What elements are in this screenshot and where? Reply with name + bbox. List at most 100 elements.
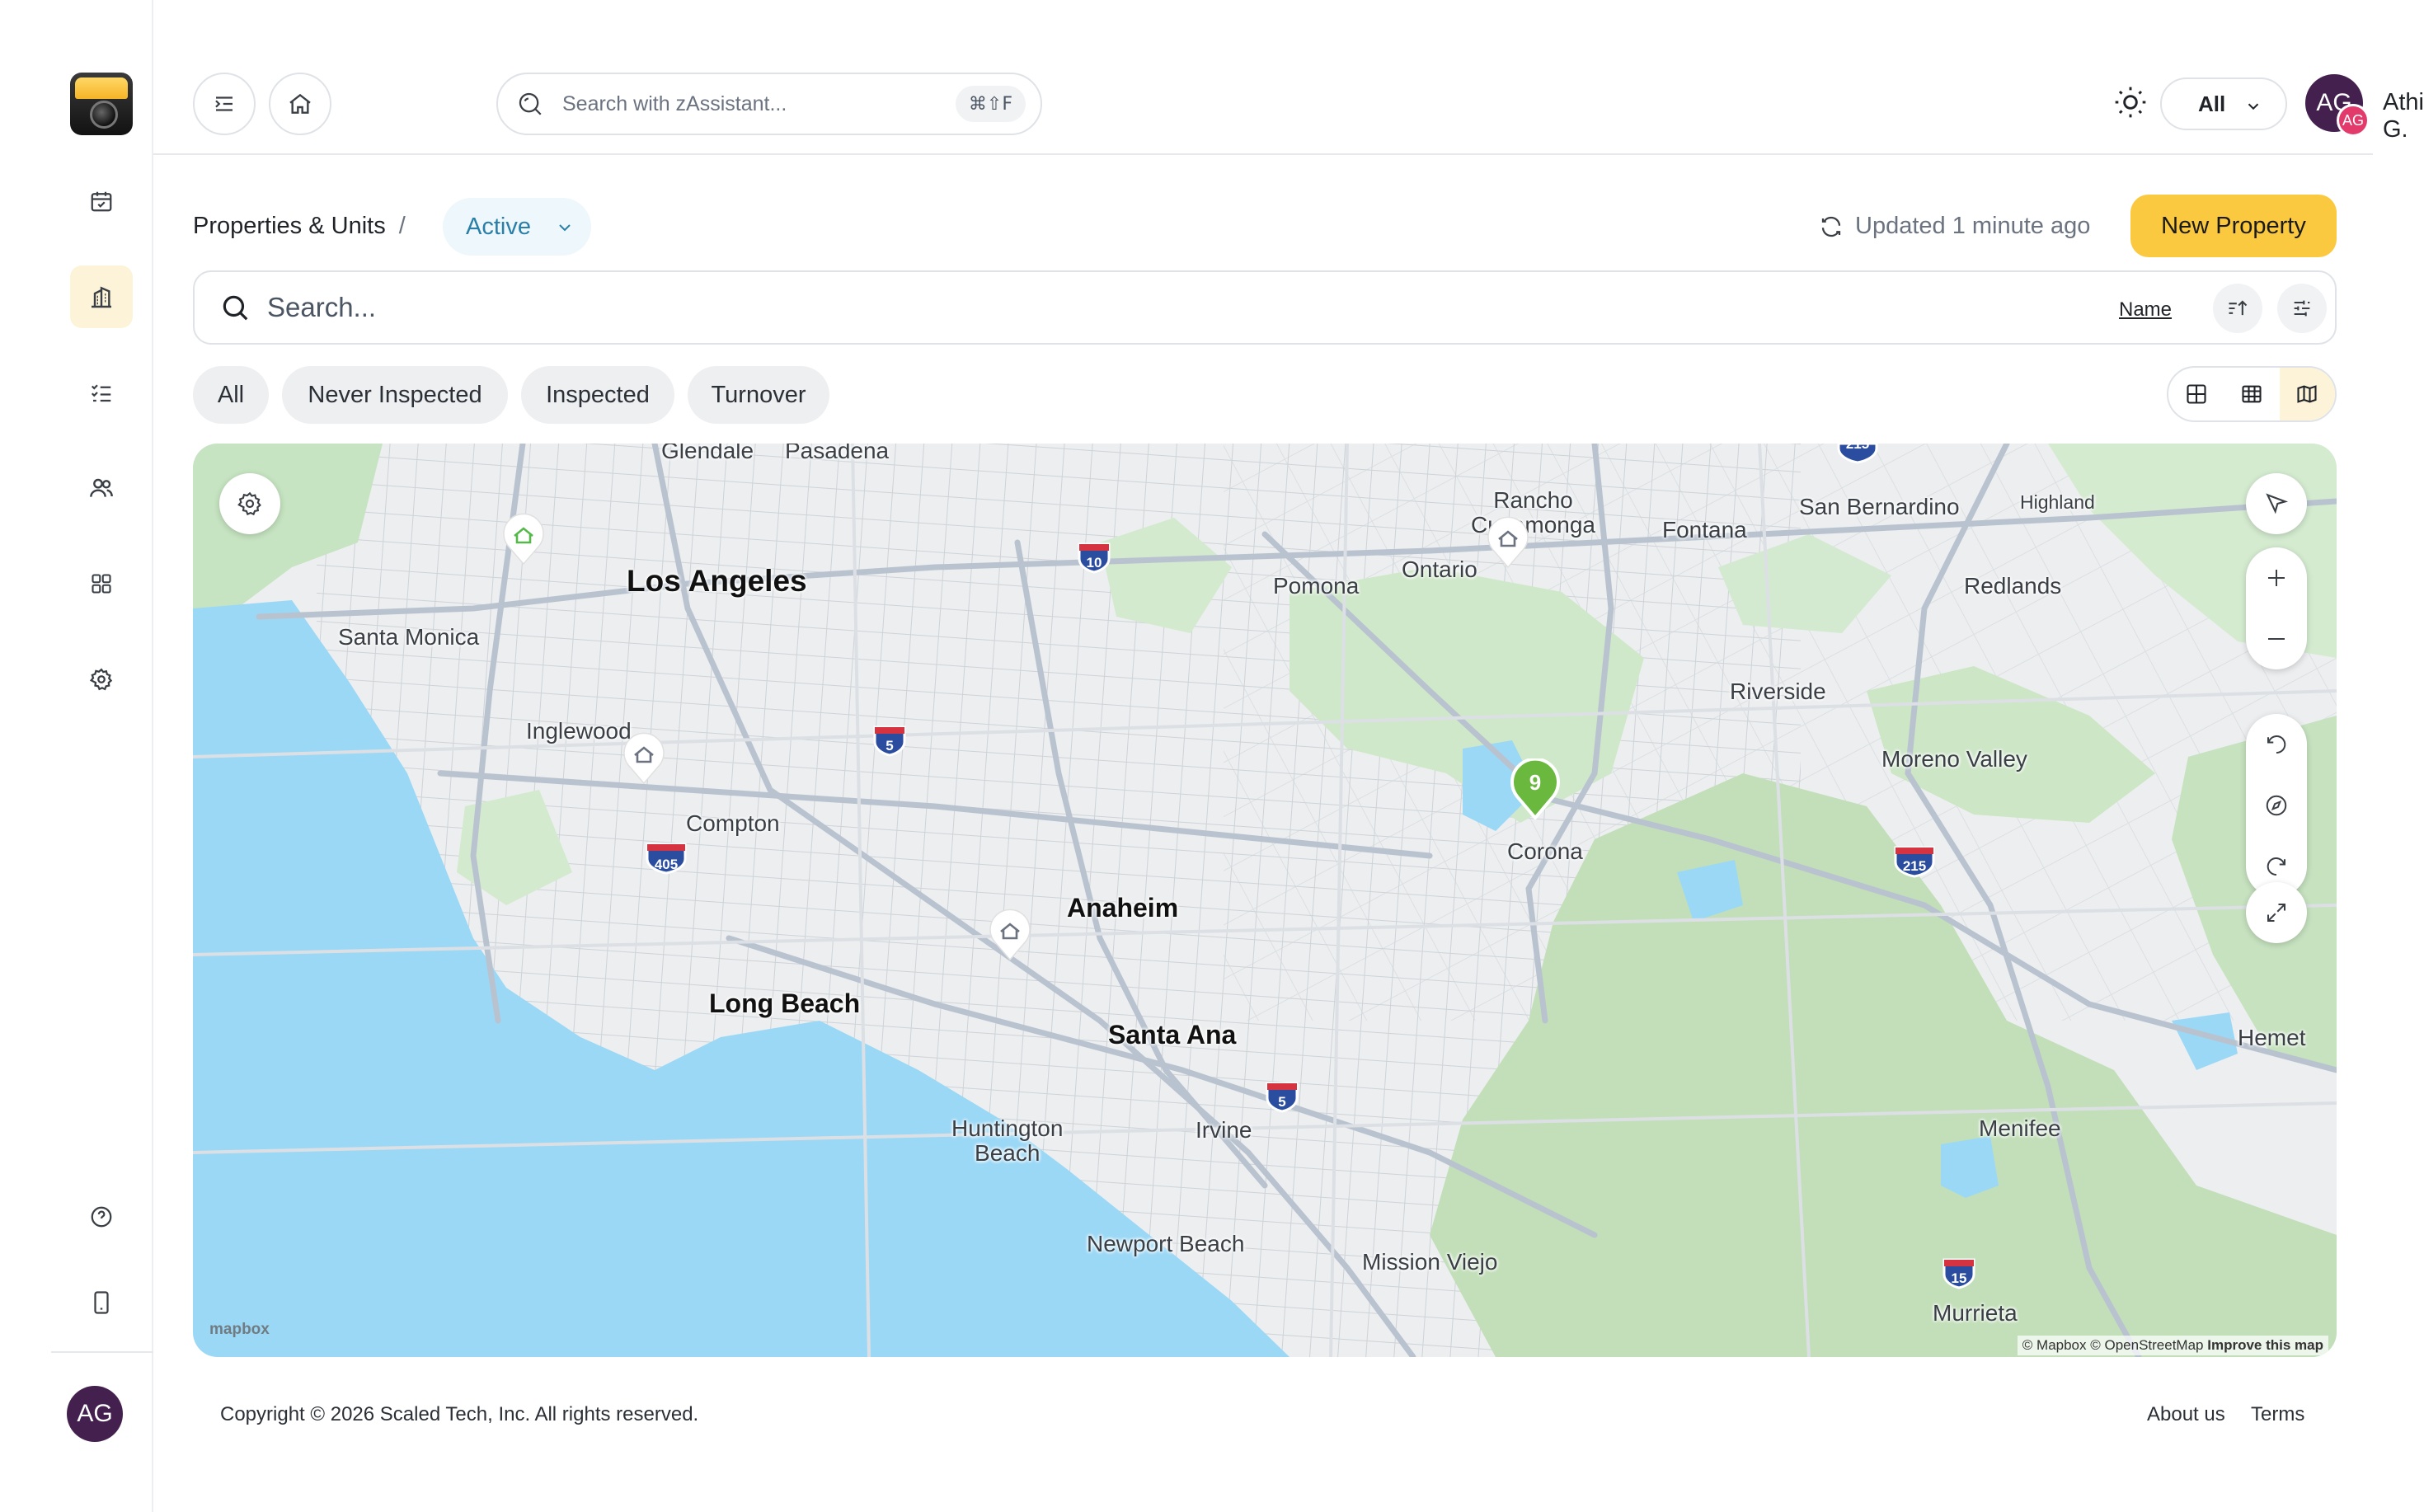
map-label-moreno-valley: Moreno Valley: [1881, 746, 2027, 772]
map-label-murrieta: Murrieta: [1933, 1300, 2018, 1326]
grid-icon: [92, 574, 111, 594]
sidebar-item-properties[interactable]: [70, 265, 133, 328]
grid-view-icon: [2187, 384, 2206, 404]
map-view-button[interactable]: [2279, 368, 2335, 420]
topbar: Search with zAssistant... ⌘⇧F All AG AG …: [153, 0, 2424, 155]
map-label-fontana: Fontana: [1662, 517, 1747, 542]
highway-10-label: 10: [1087, 555, 1102, 571]
calendar-check-icon: [91, 191, 112, 212]
user-name[interactable]: Athina G.: [2383, 89, 2424, 143]
property-pin[interactable]: [986, 907, 1034, 961]
map-label-irvine: Irvine: [1196, 1117, 1252, 1143]
filter-chip-inspected[interactable]: Inspected: [521, 366, 674, 424]
rotate-right-icon: [2267, 857, 2285, 876]
compass-icon: [2266, 795, 2287, 816]
compass-button[interactable]: [2246, 775, 2307, 836]
map-attribution-text[interactable]: © Mapbox © OpenStreetMap: [2022, 1337, 2204, 1353]
highway-15-label: 15: [1952, 1270, 1967, 1286]
map-settings-button[interactable]: [219, 473, 280, 534]
map-label-long-beach: Long Beach: [709, 988, 861, 1018]
map-label-pomona: Pomona: [1273, 573, 1360, 599]
map-label-huntington-beach: Huntington Beach: [951, 1115, 1064, 1166]
new-property-button[interactable]: New Property: [2130, 195, 2337, 257]
map-label-inglewood: Inglewood: [526, 718, 632, 744]
filter-chip-turnover[interactable]: Turnover: [688, 366, 829, 424]
home-button[interactable]: [269, 73, 331, 135]
mapbox-logo[interactable]: mapbox: [209, 1321, 270, 1339]
sidebar-item-people[interactable]: [70, 457, 133, 519]
sidebar-item-inspections[interactable]: [70, 361, 133, 424]
gear-icon: [237, 491, 261, 516]
property-map[interactable]: 10 5 405 5 215 215 15 Glendale Pasadena …: [193, 444, 2337, 1357]
menu-collapse-icon: [215, 96, 233, 111]
sidebar-item-mobile[interactable]: [70, 1271, 133, 1334]
copyright-text: Copyright © 2026 Scaled Tech, Inc. All r…: [220, 1403, 699, 1425]
filter-settings-button[interactable]: [2277, 284, 2327, 333]
toggle-sidebar-button[interactable]: [193, 73, 256, 135]
rotate-left-button[interactable]: [2246, 714, 2307, 775]
map-label-corona: Corona: [1507, 838, 1583, 864]
home-pin-icon: [989, 909, 1031, 961]
sidebar-avatar[interactable]: AG: [67, 1386, 123, 1442]
terms-link[interactable]: Terms: [2251, 1403, 2304, 1426]
user-avatar[interactable]: AG AG: [2305, 74, 2370, 137]
status-filter-value: Active: [466, 213, 531, 240]
sidebar-item-calendar[interactable]: [70, 170, 133, 232]
zoom-out-button[interactable]: [2246, 608, 2307, 669]
mobile-icon: [94, 1291, 109, 1314]
filter-chip-all[interactable]: All: [193, 366, 269, 424]
property-search-input[interactable]: [267, 292, 1916, 323]
scope-select-value: All: [2198, 91, 2226, 116]
sort-direction-button[interactable]: [2213, 284, 2262, 333]
map-select-tool-button[interactable]: [2246, 473, 2307, 534]
property-pin[interactable]: [620, 730, 668, 785]
app-logo[interactable]: [70, 73, 133, 135]
sidebar-item-help[interactable]: [70, 1186, 133, 1248]
property-cluster-pin[interactable]: 9: [1509, 758, 1562, 819]
about-link[interactable]: About us: [2147, 1403, 2225, 1426]
sort-field-link[interactable]: Name: [2119, 298, 2172, 322]
cluster-count: 9: [1529, 770, 1542, 795]
cursor-arrow-icon: [2266, 493, 2289, 514]
sidebar-item-apps[interactable]: [70, 552, 133, 615]
minus-icon: [2268, 638, 2285, 640]
scope-select[interactable]: All: [2160, 77, 2287, 130]
sidebar-divider: [51, 1351, 153, 1353]
assistant-search[interactable]: Search with zAssistant... ⌘⇧F: [496, 73, 1042, 135]
home-pin-icon: [1487, 516, 1529, 569]
highway-5-south-label: 5: [1278, 1094, 1285, 1110]
highway-215-label: 215: [1903, 858, 1926, 874]
table-view-icon: [2242, 385, 2262, 403]
gear-icon: [89, 668, 113, 691]
refresh-icon: [1821, 216, 1841, 237]
sun-icon: [2115, 87, 2146, 118]
assistant-search-placeholder: Search with zAssistant...: [562, 92, 787, 115]
status-filter-select[interactable]: Active: [443, 198, 591, 256]
search-icon: [223, 295, 248, 321]
view-mode-toggle: [2167, 366, 2337, 422]
property-pin[interactable]: [1484, 514, 1532, 569]
breadcrumb-separator: /: [398, 213, 406, 239]
property-pin[interactable]: [500, 511, 547, 566]
home-pin-icon: [623, 732, 665, 785]
sidebar-item-settings[interactable]: [70, 648, 133, 711]
last-updated[interactable]: Updated 1 minute ago: [1819, 213, 2090, 240]
map-label-glendale: Glendale: [661, 444, 754, 463]
users-icon: [90, 478, 113, 497]
breadcrumb-properties[interactable]: Properties & Units: [193, 213, 386, 239]
zoom-in-button[interactable]: [2246, 547, 2307, 608]
map-label-san-bernardino: San Bernardino: [1799, 494, 1960, 519]
fullscreen-button[interactable]: [2246, 882, 2307, 943]
theme-toggle-button[interactable]: [2112, 84, 2149, 120]
assistant-search-icon: [519, 92, 542, 115]
improve-map-link[interactable]: Improve this map: [2207, 1337, 2323, 1353]
chevron-down-icon: [2248, 103, 2259, 110]
highway-215-north-label: 215: [1846, 444, 1869, 452]
map-label-hemet: Hemet: [2238, 1025, 2306, 1050]
map-label-ontario: Ontario: [1402, 556, 1477, 582]
map-label-mission-viejo: Mission Viejo: [1362, 1249, 1498, 1275]
filter-chip-never-inspected[interactable]: Never Inspected: [282, 366, 508, 424]
grid-view-button[interactable]: [2168, 368, 2224, 420]
map-label-menifee: Menifee: [1979, 1115, 2061, 1141]
table-view-button[interactable]: [2224, 368, 2279, 420]
